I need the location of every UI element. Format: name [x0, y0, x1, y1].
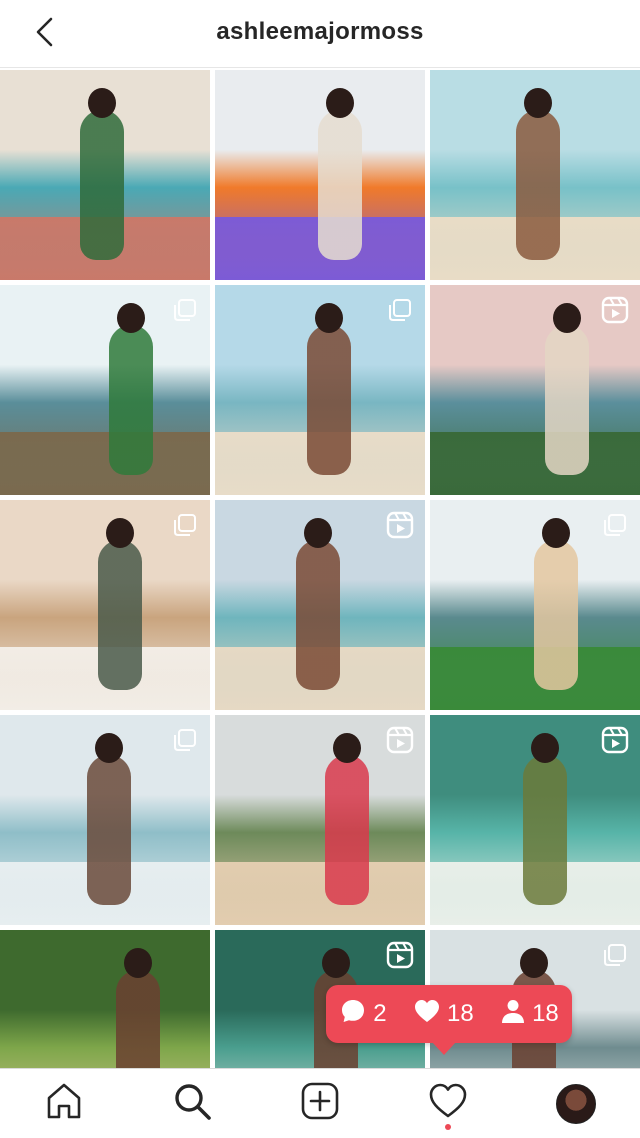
post-tile-jungle-portrait[interactable] [0, 930, 210, 1068]
post-tile-lifeguard-tower[interactable] [215, 70, 425, 280]
person-head [333, 733, 361, 763]
comment-icon [339, 997, 367, 1032]
activity-notification-bubble[interactable]: 2 18 18 [326, 985, 572, 1055]
reel-icon [600, 725, 630, 755]
person-figure [545, 325, 589, 475]
person-figure [318, 110, 362, 260]
heart-outline-icon [428, 1081, 468, 1126]
person-figure [109, 325, 153, 475]
person-figure [98, 540, 142, 690]
person-head [531, 733, 559, 763]
person-head [106, 518, 134, 548]
post-tile-beach-portrait[interactable] [215, 285, 425, 495]
carousel-icon [600, 940, 630, 970]
person-figure [523, 755, 567, 905]
carousel-icon [170, 725, 200, 755]
carousel-icon [170, 295, 200, 325]
post-tile-aerial-waterfall[interactable] [430, 715, 640, 925]
post-tile-beach-walk[interactable] [430, 70, 640, 280]
person-head [542, 518, 570, 548]
top-bar: ashleemajormoss [0, 0, 640, 68]
tab-activity[interactable] [418, 1074, 478, 1134]
reel-icon [385, 510, 415, 540]
post-photo [430, 432, 640, 495]
person-head [117, 303, 145, 333]
tab-new-post[interactable] [290, 1074, 350, 1134]
home-icon [44, 1081, 84, 1126]
tab-profile[interactable] [546, 1074, 606, 1134]
person-figure [325, 755, 369, 905]
post-tile-waterfall-boat[interactable] [0, 285, 210, 495]
person-head [326, 88, 354, 118]
person-head [304, 518, 332, 548]
person-icon [500, 998, 526, 1031]
comments-count: 2 [339, 997, 387, 1032]
posts-grid [0, 70, 640, 1068]
carousel-icon [170, 510, 200, 540]
notification-dot [445, 1123, 451, 1130]
search-icon [172, 1081, 212, 1126]
person-head [553, 303, 581, 333]
person-head [520, 948, 548, 978]
post-tile-palm-sunset[interactable] [430, 285, 640, 495]
post-tile-arches-lounge[interactable] [0, 500, 210, 710]
person-head [95, 733, 123, 763]
post-photo [215, 862, 425, 925]
person-figure [116, 970, 160, 1068]
person-figure [87, 755, 131, 905]
person-figure [80, 110, 124, 260]
reel-icon [385, 940, 415, 970]
post-tile-shore-walk[interactable] [215, 500, 425, 710]
carousel-icon [600, 510, 630, 540]
post-photo [0, 432, 210, 495]
follows-count: 18 [500, 998, 559, 1031]
likes-count: 18 [413, 998, 474, 1031]
bottom-tab-bar [0, 1068, 640, 1138]
person-head [524, 88, 552, 118]
person-figure [534, 540, 578, 690]
post-tile-pool-deck[interactable] [0, 70, 210, 280]
person-head [315, 303, 343, 333]
person-head [88, 88, 116, 118]
profile-avatar [556, 1083, 596, 1124]
reel-icon [600, 295, 630, 325]
person-figure [296, 540, 340, 690]
person-figure [516, 110, 560, 260]
person-head [322, 948, 350, 978]
profile-username: ashleemajormoss [216, 18, 424, 45]
tab-home[interactable] [34, 1074, 94, 1134]
heart-icon [413, 998, 441, 1031]
post-tile-dune-path[interactable] [215, 715, 425, 925]
person-head [124, 948, 152, 978]
post-tile-waterfall-boat-2[interactable] [430, 500, 640, 710]
plus-square-icon [300, 1081, 340, 1126]
tab-search[interactable] [162, 1074, 222, 1134]
person-figure [307, 325, 351, 475]
carousel-icon [385, 295, 415, 325]
reel-icon [385, 725, 415, 755]
post-tile-ocean-waves[interactable] [0, 715, 210, 925]
